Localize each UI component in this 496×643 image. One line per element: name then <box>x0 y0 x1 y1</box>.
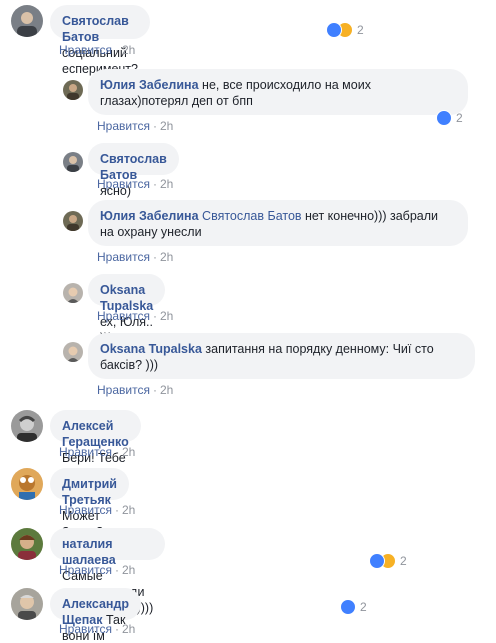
mention-link[interactable]: Святослав Батов <box>202 209 302 223</box>
timestamp[interactable]: 2h <box>122 622 135 636</box>
reactions-summary[interactable]: 2 <box>369 552 407 570</box>
separator: · <box>114 622 119 636</box>
timestamp[interactable]: 2h <box>160 250 173 264</box>
author-name[interactable]: Святослав Батов <box>62 14 129 44</box>
like-reaction-icon <box>326 22 342 38</box>
comment-bubble: Алексей Геращенко Бери! Тебе подарок!) <box>50 410 141 481</box>
avatar[interactable] <box>11 5 43 37</box>
comment-bubble: Oksana Tupalska ех, Юля.. ))) <box>88 274 166 345</box>
like-link[interactable]: Нравится <box>59 445 112 459</box>
comment-actions: Нравится · 2h <box>97 177 173 191</box>
avatar[interactable] <box>11 588 43 620</box>
comment-bubble: Юлия Забелина Святослав Батов нет конечн… <box>88 200 468 246</box>
separator: · <box>152 250 157 264</box>
timestamp[interactable]: 2h <box>160 177 173 191</box>
comment-bubble: Святослав Батов соціальний есперимент? <box>50 5 150 76</box>
reaction-count: 2 <box>400 554 407 568</box>
comment-actions: Нравится · 2h <box>59 622 135 636</box>
comment-actions: Нравится · 2h <box>59 503 135 517</box>
comment-actions: Нравится · 2h <box>97 309 173 323</box>
comment-actions: Нравится · 2h <box>97 383 173 397</box>
separator: · <box>114 503 119 517</box>
comment-actions: Нравится · 2h <box>59 445 135 459</box>
like-reaction-icon <box>436 110 452 126</box>
comment-text-line-2: баксів? ))) <box>100 358 159 372</box>
comment-text-line-1: не, все происходило на моих <box>202 78 371 92</box>
separator: · <box>152 383 157 397</box>
reactions-summary[interactable]: 2 <box>326 21 364 39</box>
like-link[interactable]: Нравится <box>59 622 112 636</box>
avatar[interactable] <box>63 283 83 303</box>
separator: · <box>114 445 119 459</box>
like-link[interactable]: Нравится <box>97 250 150 264</box>
comment-text-line-1: запитання на порядку денному: Чиї сто <box>205 342 434 356</box>
comment-bubble: наталия шалаева Самые честные люди Украи… <box>50 528 166 615</box>
comment-text-line-2: на охрану унесли <box>100 225 202 239</box>
comment-actions: Нравится · 2h <box>97 250 173 264</box>
comment-bubble: Дмитрий Третьяк Может Зинка? <box>50 468 129 539</box>
reaction-count: 2 <box>360 600 367 614</box>
author-name[interactable]: Oksana Tupalska <box>100 342 202 356</box>
author-name[interactable]: Юлия Забелина <box>100 78 199 92</box>
separator: · <box>152 309 157 323</box>
avatar[interactable] <box>11 410 43 442</box>
like-reaction-icon <box>369 553 385 569</box>
comment-actions: Нравится · 2h <box>59 43 135 57</box>
avatar[interactable] <box>63 152 83 172</box>
separator: · <box>152 177 157 191</box>
comment-bubble: Oksana Tupalska запитання на порядку ден… <box>88 333 475 379</box>
avatar[interactable] <box>63 80 83 100</box>
reactions-summary[interactable]: 2 <box>340 598 367 616</box>
like-link[interactable]: Нравится <box>97 309 150 323</box>
comment-bubble: Александр Щепак Так вони їм ліку не мают… <box>50 588 142 643</box>
comment-bubble: Юлия Забелина не, все происходило на мои… <box>88 69 468 115</box>
comment-bubble: Святослав Батов ясно) Подняла? <box>88 143 179 214</box>
comment-text-line-1: нет конечно))) забрали <box>305 209 439 223</box>
timestamp[interactable]: 2h <box>122 43 135 57</box>
like-reaction-icon <box>340 599 356 615</box>
like-link[interactable]: Нравится <box>97 119 150 133</box>
author-name[interactable]: Юлия Забелина <box>100 209 199 223</box>
timestamp[interactable]: 2h <box>160 383 173 397</box>
reaction-count: 2 <box>357 23 364 37</box>
comment-actions: Нравится · 2h <box>59 563 135 577</box>
comment-actions: Нравится · 2h <box>97 119 173 133</box>
separator: · <box>114 43 119 57</box>
like-link[interactable]: Нравится <box>59 503 112 517</box>
timestamp[interactable]: 2h <box>122 503 135 517</box>
like-link[interactable]: Нравится <box>59 563 112 577</box>
avatar[interactable] <box>11 468 43 500</box>
like-link[interactable]: Нравится <box>97 177 150 191</box>
like-link[interactable]: Нравится <box>97 383 150 397</box>
timestamp[interactable]: 2h <box>160 119 173 133</box>
like-link[interactable]: Нравится <box>59 43 112 57</box>
reactions-summary[interactable]: 2 <box>436 109 463 127</box>
comment-text-line-2: глазах)потерял деп от бпп <box>100 94 253 108</box>
timestamp[interactable]: 2h <box>122 563 135 577</box>
timestamp[interactable]: 2h <box>160 309 173 323</box>
avatar[interactable] <box>63 211 83 231</box>
separator: · <box>114 563 119 577</box>
timestamp[interactable]: 2h <box>122 445 135 459</box>
avatar[interactable] <box>11 528 43 560</box>
reaction-count: 2 <box>456 111 463 125</box>
separator: · <box>152 119 157 133</box>
avatar[interactable] <box>63 342 83 362</box>
